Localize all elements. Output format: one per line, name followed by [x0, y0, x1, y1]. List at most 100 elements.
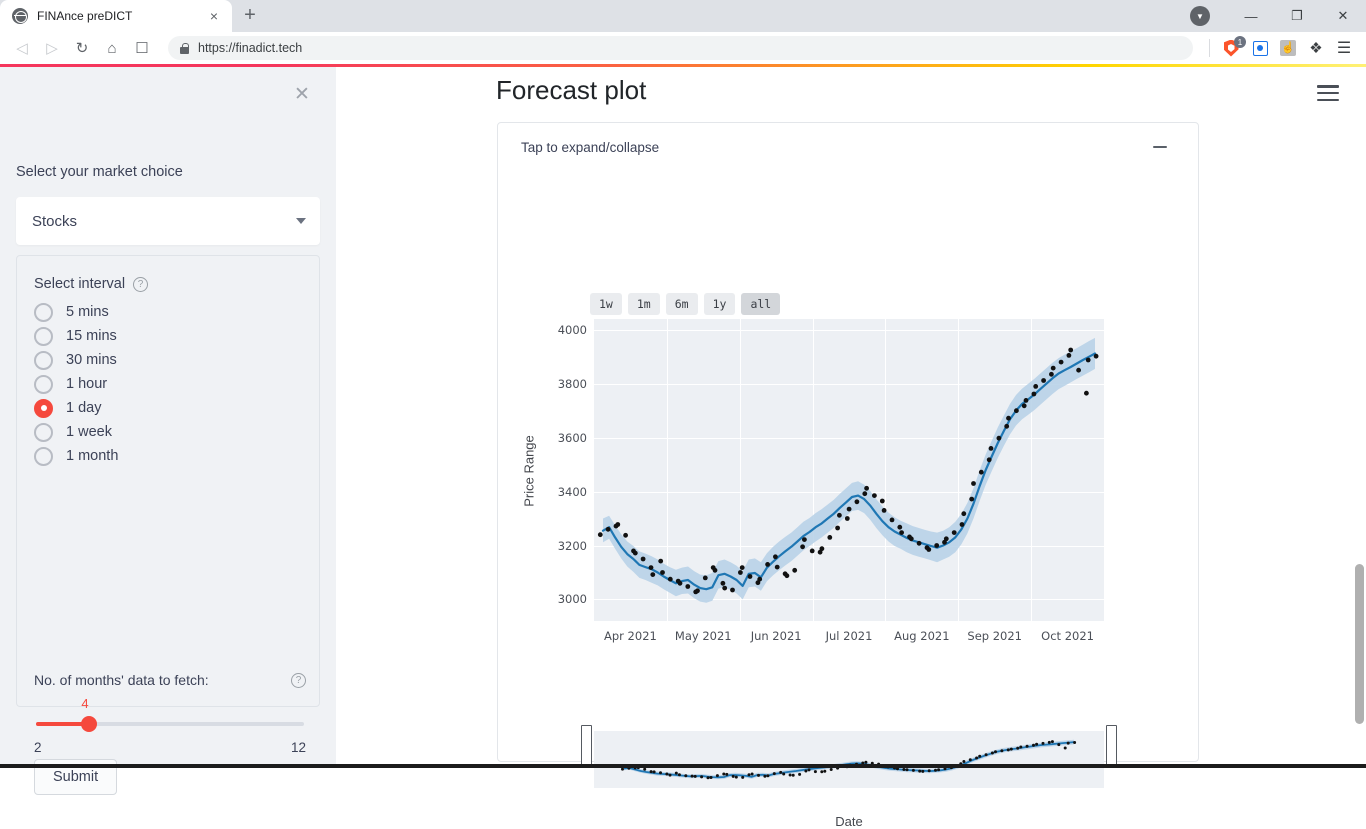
sidebar-close-icon[interactable]: ✕ — [290, 83, 314, 107]
months-slider-header: No. of months' data to fetch: ? — [34, 672, 306, 688]
radio-option-1-hour[interactable]: 1 hour — [34, 372, 118, 396]
url-text: https://finadict.tech — [198, 41, 302, 55]
slider-fill — [36, 722, 87, 726]
minus-icon[interactable] — [1153, 146, 1167, 149]
y-tick-label: 3600 — [558, 431, 587, 445]
x-tick-label: Aug 2021 — [894, 629, 949, 643]
forecast-plot-card: Tap to expand/collapse 1w 1m 6m 1y all P… — [497, 122, 1199, 762]
page-scrollbar[interactable] — [1351, 67, 1366, 768]
interval-settings-card: Select interval ? 5 mins 15 mins 30 mins — [16, 255, 320, 707]
radio-icon — [34, 423, 53, 442]
x-tick-label: Jun 2021 — [751, 629, 802, 643]
slider-max-label: 12 — [291, 740, 306, 755]
x-tick-label: Sep 2021 — [967, 629, 1022, 643]
range-button-all[interactable]: all — [741, 293, 780, 315]
x-tick-label: Oct 2021 — [1041, 629, 1094, 643]
radio-option-30-mins[interactable]: 30 mins — [34, 348, 118, 372]
minimize-button[interactable]: — — [1228, 0, 1274, 32]
x-axis-label: Date — [835, 814, 862, 829]
interval-header: Select interval ? — [34, 276, 148, 292]
radio-icon — [34, 375, 53, 394]
radio-option-1-month[interactable]: 1 month — [34, 444, 118, 468]
toolbar-right-icons: 1 ❖ ☰ — [1203, 34, 1358, 62]
market-choice-select[interactable]: Stocks — [16, 197, 320, 245]
slider-track[interactable] — [36, 722, 304, 726]
range-button-1y[interactable]: 1y — [704, 293, 736, 315]
toolbar-divider — [1209, 39, 1210, 57]
menu-icon[interactable] — [1317, 85, 1339, 101]
radio-option-15-mins[interactable]: 15 mins — [34, 324, 118, 348]
forward-icon[interactable]: ▷ — [38, 34, 66, 62]
forecast-plot: 1w 1m 6m 1y all Price Range 3000 3200 3400… — [498, 171, 1198, 761]
y-axis-label: Price Range — [522, 435, 537, 507]
chevron-down-icon[interactable]: ▼ — [1190, 6, 1210, 26]
y-tick-label: 3000 — [558, 592, 587, 606]
radio-label: 1 month — [66, 448, 118, 464]
interval-title: Select interval — [34, 276, 125, 292]
market-choice-value: Stocks — [32, 213, 77, 230]
extension-rewards-icon[interactable] — [1246, 34, 1274, 62]
home-icon[interactable]: ⌂ — [98, 34, 126, 62]
card-header[interactable]: Tap to expand/collapse — [498, 123, 1198, 171]
range-slider-handle-left[interactable] — [581, 725, 592, 767]
bottom-edge — [0, 764, 1366, 768]
slider-thumb[interactable] — [81, 716, 97, 732]
globe-icon — [12, 8, 28, 24]
tab-title: FINAnce preDICT — [37, 9, 195, 23]
browser-toolbar: ◁ ▷ ↻ ⌂ ☐ https://finadict.tech 1 ❖ ☰ — [0, 32, 1366, 64]
page-body: ✕ Select your market choice Stocks Selec… — [0, 67, 1366, 768]
bookmark-icon[interactable]: ☐ — [128, 34, 156, 62]
address-bar[interactable]: https://finadict.tech — [168, 36, 1193, 60]
browser-tab-strip: FINAnce preDICT × + ▼ — ❐ ✕ — [0, 0, 1366, 32]
radio-icon — [34, 351, 53, 370]
browser-tab[interactable]: FINAnce preDICT × — [0, 0, 232, 32]
shield-badge-count: 1 — [1234, 36, 1246, 48]
reload-icon[interactable]: ↻ — [68, 34, 96, 62]
radio-icon — [34, 303, 53, 322]
range-slider-preview — [594, 731, 1104, 788]
brave-shield-icon[interactable]: 1 — [1216, 35, 1246, 61]
radio-icon-selected — [34, 399, 53, 418]
range-button-6m[interactable]: 6m — [666, 293, 698, 315]
browser-menu-icon[interactable]: ☰ — [1330, 34, 1358, 62]
radio-icon — [34, 447, 53, 466]
window-controls: ▼ — ❐ ✕ — [1190, 0, 1366, 32]
expand-collapse-label: Tap to expand/collapse — [521, 140, 659, 155]
help-icon[interactable]: ? — [291, 673, 306, 688]
x-tick-label: Jul 2021 — [826, 629, 873, 643]
radio-label: 15 mins — [66, 328, 117, 344]
range-slider-handle-right[interactable] — [1106, 725, 1117, 767]
months-slider-label: No. of months' data to fetch: — [34, 672, 209, 688]
radio-option-1-day[interactable]: 1 day — [34, 396, 118, 420]
x-tick-label: May 2021 — [675, 629, 732, 643]
range-button-1m[interactable]: 1m — [628, 293, 660, 315]
market-choice-label: Select your market choice — [16, 164, 183, 180]
range-selector-buttons: 1w 1m 6m 1y all — [590, 293, 780, 315]
help-icon[interactable]: ? — [133, 277, 148, 292]
extensions-puzzle-icon[interactable]: ❖ — [1302, 34, 1330, 62]
lock-icon — [180, 43, 189, 54]
slider-min-label: 2 — [34, 740, 42, 755]
scrollbar-thumb[interactable] — [1355, 564, 1364, 724]
tab-close-icon[interactable]: × — [204, 6, 224, 26]
back-icon[interactable]: ◁ — [8, 34, 36, 62]
y-tick-label: 3200 — [558, 539, 587, 553]
radio-label: 1 hour — [66, 376, 107, 392]
chevron-down-icon — [296, 218, 306, 224]
maximize-button[interactable]: ❐ — [1274, 0, 1320, 32]
plot-series-svg — [594, 319, 1104, 621]
sidebar-panel: ✕ Select your market choice Stocks Selec… — [0, 67, 336, 768]
extension-cursor-icon[interactable] — [1274, 34, 1302, 62]
y-tick-label: 3400 — [558, 485, 587, 499]
radio-option-1-week[interactable]: 1 week — [34, 420, 118, 444]
radio-label: 5 mins — [66, 304, 109, 320]
page-title: Forecast plot — [496, 75, 646, 106]
window-close-button[interactable]: ✕ — [1320, 0, 1366, 32]
new-tab-button[interactable]: + — [236, 2, 264, 30]
range-button-1w[interactable]: 1w — [590, 293, 622, 315]
range-slider[interactable] — [594, 731, 1104, 788]
months-slider-value: 4 — [81, 696, 88, 711]
radio-label: 1 week — [66, 424, 112, 440]
radio-label: 30 mins — [66, 352, 117, 368]
radio-option-5-mins[interactable]: 5 mins — [34, 300, 118, 324]
